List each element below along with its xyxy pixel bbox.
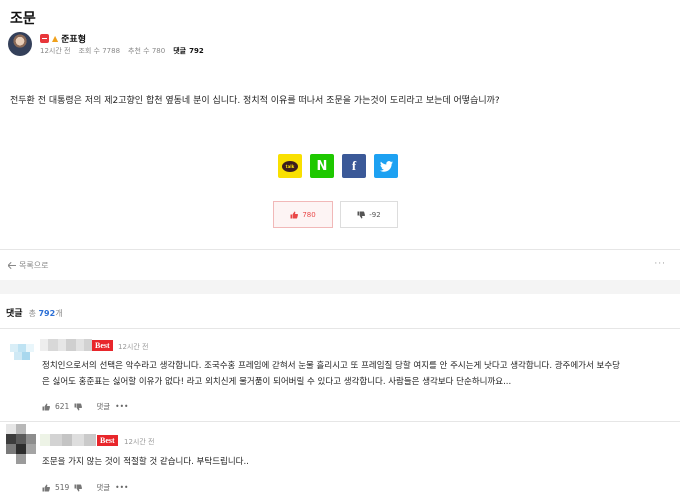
comment-like-count: 621: [55, 402, 70, 411]
thumbs-down-icon[interactable]: [74, 403, 83, 411]
twitter-icon: [379, 160, 393, 172]
comment-count: 792: [189, 47, 204, 55]
kakao-icon: talk: [282, 160, 298, 172]
comment-text-line: 조문을 가지 않는 것이 적절할 것 같습니다. 부탁드립니다..: [42, 457, 249, 467]
comment-author-blurred[interactable]: [40, 434, 96, 446]
comments-header: 댓글 총 792개: [6, 306, 63, 319]
thumbs-down-icon[interactable]: [74, 484, 83, 492]
comment-actions: 519 댓글 •••: [42, 482, 128, 493]
upvote-count: 780: [302, 210, 316, 219]
comment-avatar[interactable]: [6, 424, 36, 464]
comment-actions: 621 댓글 •••: [42, 401, 128, 412]
post-title: 조문: [10, 11, 36, 27]
divider: [0, 421, 680, 422]
section-separator: [0, 280, 680, 294]
share-buttons: talk N f: [278, 154, 398, 178]
comment-more-menu[interactable]: •••: [115, 483, 128, 492]
best-badge: Best: [97, 435, 118, 446]
post-time: 12시간 전: [40, 47, 71, 55]
facebook-icon: f: [351, 158, 357, 173]
post-views: 조회 수 7788: [78, 47, 121, 55]
comment-time: 12시간 전: [124, 438, 155, 446]
author-avatar[interactable]: [8, 32, 32, 56]
grade-icon: ▲: [52, 34, 59, 43]
downvote-count: -92: [369, 210, 381, 219]
downvote-button[interactable]: -92: [340, 201, 398, 228]
comments-title: 댓글: [6, 309, 23, 319]
thumbs-up-icon[interactable]: [42, 484, 50, 492]
post-comment-count-wrap: 댓글 792: [173, 46, 204, 56]
level-badge-icon: [40, 34, 49, 43]
author-name[interactable]: 준표형: [61, 32, 86, 45]
comment-text-line: 정치인으로서의 선택은 악수라고 생각합니다. 조국수홍 프레임에 갇혀서 눈물…: [42, 361, 620, 371]
reply-button[interactable]: 댓글: [96, 401, 110, 412]
comment-text: 정치인으로서의 선택은 악수라고 생각합니다. 조국수홍 프레임에 갇혀서 눈물…: [42, 358, 672, 390]
thumbs-up-icon[interactable]: [42, 403, 50, 411]
reply-button[interactable]: 댓글: [96, 482, 110, 493]
divider: [0, 249, 680, 250]
post-body: 전두환 전 대통령은 저의 제2고향인 합천 옆동네 분이 십니다. 정치적 이…: [10, 96, 500, 106]
naver-share-button[interactable]: N: [310, 154, 334, 178]
post-meta: 12시간 전 조회 수 7788 추천 수 780 댓글 792: [40, 46, 204, 56]
thumbs-down-icon: [357, 211, 366, 218]
comment-time: 12시간 전: [118, 343, 149, 351]
post-recommends: 추천 수 780: [128, 47, 166, 55]
total-suffix: 개: [55, 309, 63, 318]
facebook-share-button[interactable]: f: [342, 154, 366, 178]
best-badge: Best: [92, 340, 113, 351]
back-label: 목록으로: [19, 261, 49, 270]
thumbs-up-icon: [290, 211, 299, 218]
comment-label: 댓글: [173, 47, 187, 55]
total-prefix: 총: [28, 309, 36, 318]
comment-author-blurred[interactable]: [40, 339, 92, 351]
comments-total: 총 792개: [29, 308, 63, 319]
comment-text-line: 은 싫어도 홍준표는 싫어할 이유가 없다! 라고 외치신게 물거품이 되어버릴…: [42, 377, 512, 387]
upvote-button[interactable]: 780: [273, 201, 333, 228]
comment-avatar[interactable]: [10, 338, 36, 364]
divider: [0, 328, 680, 329]
total-count: 792: [38, 309, 56, 318]
comment-more-menu[interactable]: •••: [115, 402, 128, 411]
naver-icon: N: [316, 158, 328, 174]
post-more-menu[interactable]: ···: [654, 259, 666, 269]
comment-text: 조문을 가지 않는 것이 적절할 것 같습니다. 부탁드립니다..: [42, 454, 672, 470]
author-info: ▲ 준표형: [40, 32, 86, 45]
arrow-left-icon: [8, 262, 16, 269]
comment-like-count: 519: [55, 483, 70, 492]
kakao-share-button[interactable]: talk: [278, 154, 302, 178]
twitter-share-button[interactable]: [374, 154, 398, 178]
back-to-list-link[interactable]: 목록으로: [8, 260, 48, 271]
